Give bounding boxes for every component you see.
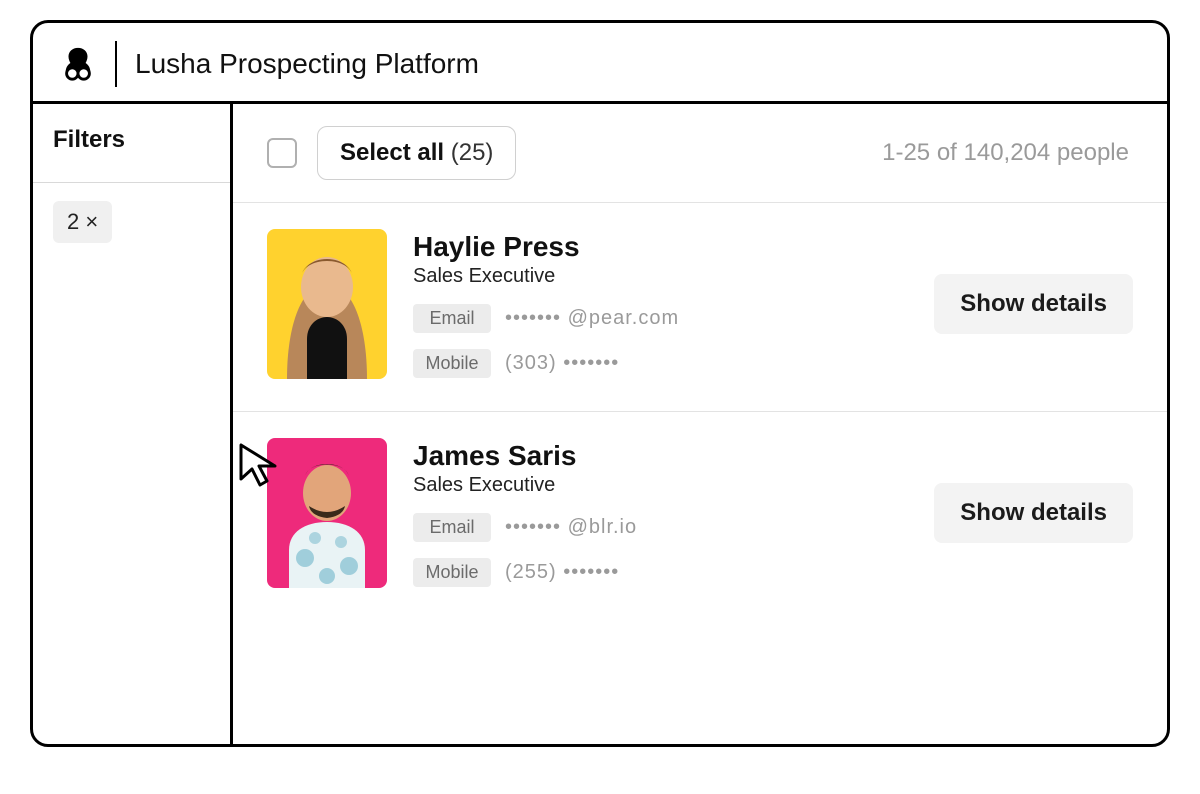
select-all-checkbox[interactable] xyxy=(267,138,297,168)
email-line: Email ••••••• @pear.com xyxy=(413,304,908,333)
mobile-badge: Mobile xyxy=(413,558,491,587)
person-role: Sales Executive xyxy=(413,474,908,497)
filter-chip-text: 2 × xyxy=(67,209,98,235)
person-name: James Saris xyxy=(413,440,908,472)
main-panel: Select all (25) 1-25 of 140,204 people xyxy=(233,104,1167,744)
app-window: Lusha Prospecting Platform Filters 2 × S… xyxy=(30,20,1170,747)
email-line: Email ••••••• @blr.io xyxy=(413,513,908,542)
lusha-logo-icon xyxy=(59,45,97,83)
person-info: Haylie Press Sales Executive Email •••••… xyxy=(413,231,908,378)
email-value: ••••••• @pear.com xyxy=(505,307,679,330)
select-all-count: (25) xyxy=(451,139,494,166)
mobile-value: (303) ••••••• xyxy=(505,352,619,375)
avatar xyxy=(267,438,387,588)
select-all-label: Select all xyxy=(340,139,444,166)
person-row[interactable]: Haylie Press Sales Executive Email •••••… xyxy=(233,203,1167,412)
show-details-button[interactable]: Show details xyxy=(934,483,1133,543)
mobile-line: Mobile (255) ••••••• xyxy=(413,558,908,587)
mobile-value: (255) ••••••• xyxy=(505,561,619,584)
person-illustration-icon xyxy=(267,438,387,588)
titlebar: Lusha Prospecting Platform xyxy=(33,23,1167,104)
person-row[interactable]: James Saris Sales Executive Email ••••••… xyxy=(233,412,1167,620)
sidebar-separator xyxy=(33,182,230,183)
email-badge: Email xyxy=(413,513,491,542)
avatar xyxy=(267,229,387,379)
result-count: 1-25 of 140,204 people xyxy=(882,139,1133,167)
mobile-line: Mobile (303) ••••••• xyxy=(413,349,908,378)
content-area: Filters 2 × Select all (25) 1-25 of 140,… xyxy=(33,104,1167,744)
show-details-button[interactable]: Show details xyxy=(934,274,1133,334)
filters-heading: Filters xyxy=(53,126,210,154)
person-info: James Saris Sales Executive Email ••••••… xyxy=(413,440,908,587)
titlebar-divider xyxy=(115,41,117,87)
people-list: Haylie Press Sales Executive Email •••••… xyxy=(233,203,1167,620)
email-badge: Email xyxy=(413,304,491,333)
toolbar: Select all (25) 1-25 of 140,204 people xyxy=(233,104,1167,203)
mobile-badge: Mobile xyxy=(413,349,491,378)
person-name: Haylie Press xyxy=(413,231,908,263)
active-filter-chip[interactable]: 2 × xyxy=(53,201,112,243)
person-illustration-icon xyxy=(267,229,387,379)
select-all-button[interactable]: Select all (25) xyxy=(317,126,516,180)
email-value: ••••••• @blr.io xyxy=(505,516,637,539)
app-title: Lusha Prospecting Platform xyxy=(135,48,479,80)
sidebar: Filters 2 × xyxy=(33,104,233,744)
person-role: Sales Executive xyxy=(413,265,908,288)
